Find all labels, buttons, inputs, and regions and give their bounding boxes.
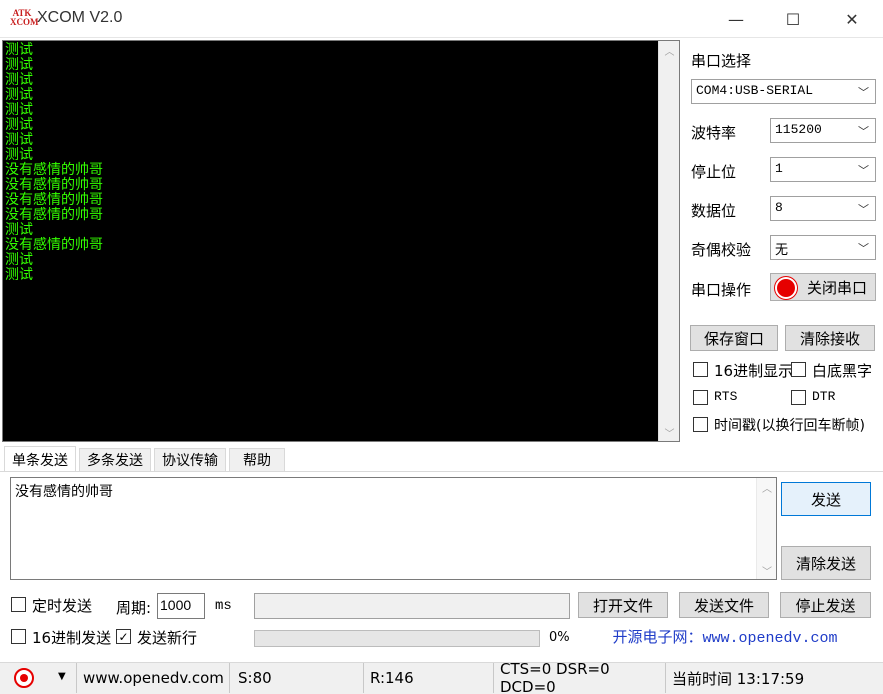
maximize-button[interactable]: ☐	[767, 0, 819, 38]
scroll-down-icon[interactable]: ﹀	[757, 561, 777, 579]
status-time: 当前时间 13:17:59	[672, 669, 805, 688]
title-bar: ATK XCOM XCOM V2.0 — ☐ ✕	[0, 0, 883, 38]
hex-send-checkbox[interactable]	[11, 629, 26, 644]
file-path-field[interactable]	[254, 593, 570, 619]
white-bg-checkbox[interactable]	[791, 362, 806, 377]
scroll-up-icon[interactable]: ︿	[659, 41, 680, 59]
stop-bits-label: 停止位	[691, 163, 737, 181]
website-banner[interactable]: 开源电子网：www.openedv.com	[578, 623, 872, 650]
close-button[interactable]: ✕	[826, 0, 878, 38]
status-received-count: R:146	[364, 663, 494, 693]
send-scrollbar[interactable]: ︿ ﹀	[756, 478, 776, 579]
tab-help[interactable]: 帮助	[229, 448, 285, 472]
send-button[interactable]: 发送	[781, 482, 871, 516]
timed-send-label: 定时发送	[32, 597, 93, 615]
check-icon: ✓	[118, 629, 129, 644]
rts-checkbox[interactable]	[693, 390, 708, 405]
minimize-button[interactable]: —	[710, 0, 762, 38]
send-progress-bar	[254, 630, 540, 647]
open-file-button[interactable]: 打开文件	[578, 592, 668, 618]
receive-line: 没有感情的帅哥	[5, 162, 103, 178]
period-label: 周期:	[116, 599, 152, 617]
receive-line: 测试	[5, 102, 33, 118]
receive-line: 测试	[5, 147, 33, 163]
status-url[interactable]: www.openedv.com	[76, 663, 230, 693]
data-bits-label: 数据位	[691, 202, 737, 220]
tab-divider	[0, 471, 883, 472]
stop-send-button[interactable]: 停止发送	[780, 592, 871, 618]
hex-send-label: 16进制发送	[32, 629, 112, 647]
chevron-down-icon: ﹀	[858, 127, 869, 139]
status-signals: CTS=0 DSR=0 DCD=0	[494, 660, 666, 694]
receive-line: 测试	[5, 132, 33, 148]
status-sent-count: S:80	[232, 663, 364, 693]
port-select-label: 串口选择	[691, 52, 752, 70]
receive-line: 测试	[5, 57, 33, 73]
receive-textarea[interactable]: 测试 测试 测试 测试 测试 测试 测试 测试 没有感情的帅哥 没有感情的帅哥 没有感情的帅哥 没有感…	[2, 40, 680, 442]
window-title: XCOM V2.0	[37, 9, 123, 26]
status-bar: ▼ www.openedv.com S:80 R:146 CTS=0 DSR=0…	[0, 660, 883, 694]
stop-bits-select[interactable]: 1 ﹀	[770, 157, 876, 182]
chevron-down-icon: ﹀	[858, 205, 869, 217]
dtr-label: DTR	[812, 389, 836, 404]
app-logo: ATK XCOM	[10, 8, 39, 27]
port-operation-label: 串口操作	[691, 281, 752, 299]
close-port-button[interactable]: 关闭串口	[770, 273, 876, 301]
receive-line: 没有感情的帅哥	[5, 177, 103, 193]
receive-line: 测试	[5, 42, 33, 58]
receive-line: 测试	[5, 87, 33, 103]
dropdown-arrow-icon[interactable]: ▼	[58, 671, 66, 682]
chevron-down-icon: ﹀	[858, 166, 869, 178]
receive-scrollbar[interactable]: ︿ ﹀	[658, 41, 679, 441]
hex-display-checkbox[interactable]	[693, 362, 708, 377]
port-status-indicator-icon	[777, 279, 795, 297]
timestamp-label: 时间戳(以换行回车断帧)	[714, 418, 865, 434]
tab-protocol[interactable]: 协议传输	[154, 448, 226, 472]
record-icon[interactable]	[14, 668, 34, 688]
data-bits-select[interactable]: 8 ﹀	[770, 196, 876, 221]
send-progress-percent: 0%	[549, 630, 570, 645]
clear-send-button[interactable]: 清除发送	[781, 546, 871, 580]
rts-label: RTS	[714, 389, 738, 404]
period-unit: ms	[215, 598, 232, 614]
scroll-up-icon[interactable]: ︿	[757, 478, 777, 496]
receive-line: 测试	[5, 222, 33, 238]
chevron-down-icon: ﹀	[858, 242, 869, 255]
parity-select[interactable]: 无 ﹀	[770, 235, 876, 260]
timed-send-checkbox[interactable]	[11, 597, 26, 612]
dtr-checkbox[interactable]	[791, 390, 806, 405]
scroll-down-icon[interactable]: ﹀	[659, 423, 680, 441]
receive-line: 测试	[5, 117, 33, 133]
receive-line: 没有感情的帅哥	[5, 207, 103, 223]
receive-line: 测试	[5, 252, 33, 268]
tab-single-send[interactable]: 单条发送	[4, 446, 76, 472]
hex-display-label: 16进制显示	[714, 362, 794, 380]
period-input[interactable]: 1000	[157, 593, 205, 619]
save-window-button[interactable]: 保存窗口	[690, 325, 778, 351]
tab-multi-send[interactable]: 多条发送	[79, 448, 151, 472]
receive-line: 测试	[5, 267, 33, 283]
send-file-button[interactable]: 发送文件	[679, 592, 769, 618]
parity-label: 奇偶校验	[691, 241, 752, 259]
receive-line: 没有感情的帅哥	[5, 237, 103, 253]
chevron-down-icon: ﹀	[858, 88, 869, 100]
timestamp-checkbox[interactable]	[693, 417, 708, 432]
send-textarea[interactable]: 没有感情的帅哥 ︿ ﹀	[10, 477, 777, 580]
send-newline-label: 发送新行	[137, 629, 198, 647]
baud-rate-select[interactable]: 115200 ﹀	[770, 118, 876, 143]
receive-text: 测试 测试 测试 测试 测试 测试 测试 测试 没有感情的帅哥 没有感情的帅哥 没有感情的帅哥 没有感…	[5, 43, 655, 283]
white-bg-label: 白底黑字	[812, 362, 873, 380]
receive-line: 没有感情的帅哥	[5, 192, 103, 208]
port-select[interactable]: COM4:USB-SERIAL ﹀	[691, 79, 876, 104]
receive-line: 测试	[5, 72, 33, 88]
baud-rate-label: 波特率	[691, 124, 737, 142]
clear-receive-button[interactable]: 清除接收	[785, 325, 875, 351]
send-newline-checkbox[interactable]: ✓	[116, 629, 131, 644]
